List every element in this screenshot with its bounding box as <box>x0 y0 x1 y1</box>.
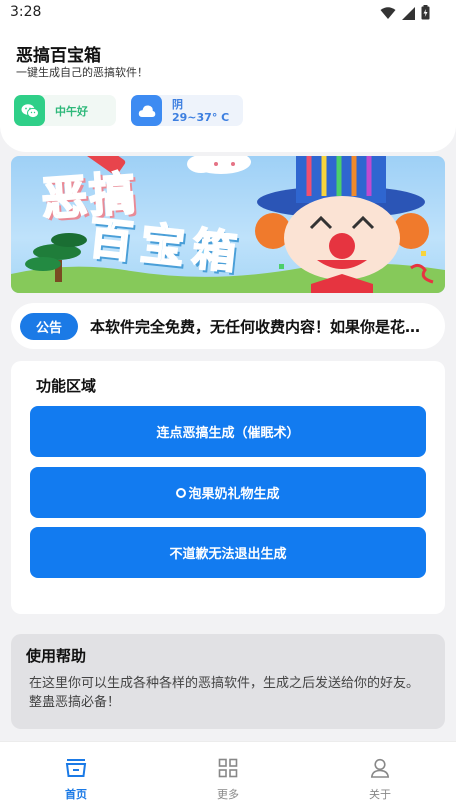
greeting-chip[interactable]: 中午好 <box>14 95 116 126</box>
nav-label-more: 更多 <box>217 788 239 801</box>
help-text: 在这里你可以生成各种各样的恶搞软件，生成之后发送给你的好友。整蛊恶搞必备！ <box>29 676 420 710</box>
help-section: 使用帮助 在这里你可以生成各种各样的恶搞软件，生成之后发送给你的好友。整蛊恶搞必… <box>11 634 445 729</box>
status-icons <box>380 5 430 24</box>
app-title: 恶搞百宝箱 <box>16 46 101 66</box>
grid-icon <box>218 758 238 782</box>
nav-label-about: 关于 <box>369 788 391 801</box>
nav-label-home: 首页 <box>65 788 87 801</box>
app-subtitle: 一键生成自己的恶搞软件！ <box>16 66 148 79</box>
home-icon <box>65 758 87 782</box>
app-header: 恶搞百宝箱 一键生成自己的恶搞软件！ 中午好 阴 29~37° C <box>0 26 456 152</box>
notice-badge: 公告 <box>20 312 78 340</box>
hypnosis-button-label: 连点恶搞生成（催眠术） <box>156 426 300 441</box>
weather-temperature: 29~37° C <box>172 110 230 124</box>
no-apology-button-label: 不道歉无法退出生成 <box>169 547 287 562</box>
hypnosis-generate-button[interactable]: 连点恶搞生成（催眠术） <box>30 406 426 457</box>
cloud-icon <box>131 95 162 126</box>
function-area: 功能区域 连点恶搞生成（催眠术） 泡果奶礼物生成 不道歉无法退出生成 <box>11 361 445 614</box>
banner-image[interactable]: 恶搞 百宝箱 <box>11 156 445 293</box>
nav-item-home[interactable]: 首页 <box>46 758 106 802</box>
milk-gift-button-label: 泡果奶礼物生成 <box>188 487 280 502</box>
notice-bar[interactable]: 公告 本软件完全免费，无任何收费内容！如果你是花钱买的，那你被骗了！ <box>11 303 445 349</box>
function-area-title: 功能区域 <box>36 377 97 395</box>
wechat-icon <box>14 95 45 126</box>
milk-gift-generate-button[interactable]: 泡果奶礼物生成 <box>30 467 426 518</box>
bottom-navigation: 首页 更多 关于 <box>0 741 456 811</box>
signal-icon <box>402 5 415 24</box>
help-title: 使用帮助 <box>26 647 87 665</box>
nav-item-more[interactable]: 更多 <box>198 758 258 802</box>
nav-item-about[interactable]: 关于 <box>350 758 410 802</box>
weather-condition: 阴 <box>172 97 183 111</box>
no-apology-generate-button[interactable]: 不道歉无法退出生成 <box>30 527 426 578</box>
ring-icon <box>176 487 187 498</box>
status-time: 3:28 <box>10 4 42 20</box>
user-icon <box>370 758 390 782</box>
battery-icon <box>421 5 430 24</box>
notice-text: 本软件完全免费，无任何收费内容！如果你是花钱买的，那你被骗了！ <box>90 317 435 336</box>
weather-chip[interactable]: 阴 29~37° C <box>131 95 243 126</box>
wifi-icon <box>380 5 396 24</box>
status-bar: 3:28 <box>0 0 456 26</box>
greeting-text: 中午好 <box>55 104 88 118</box>
